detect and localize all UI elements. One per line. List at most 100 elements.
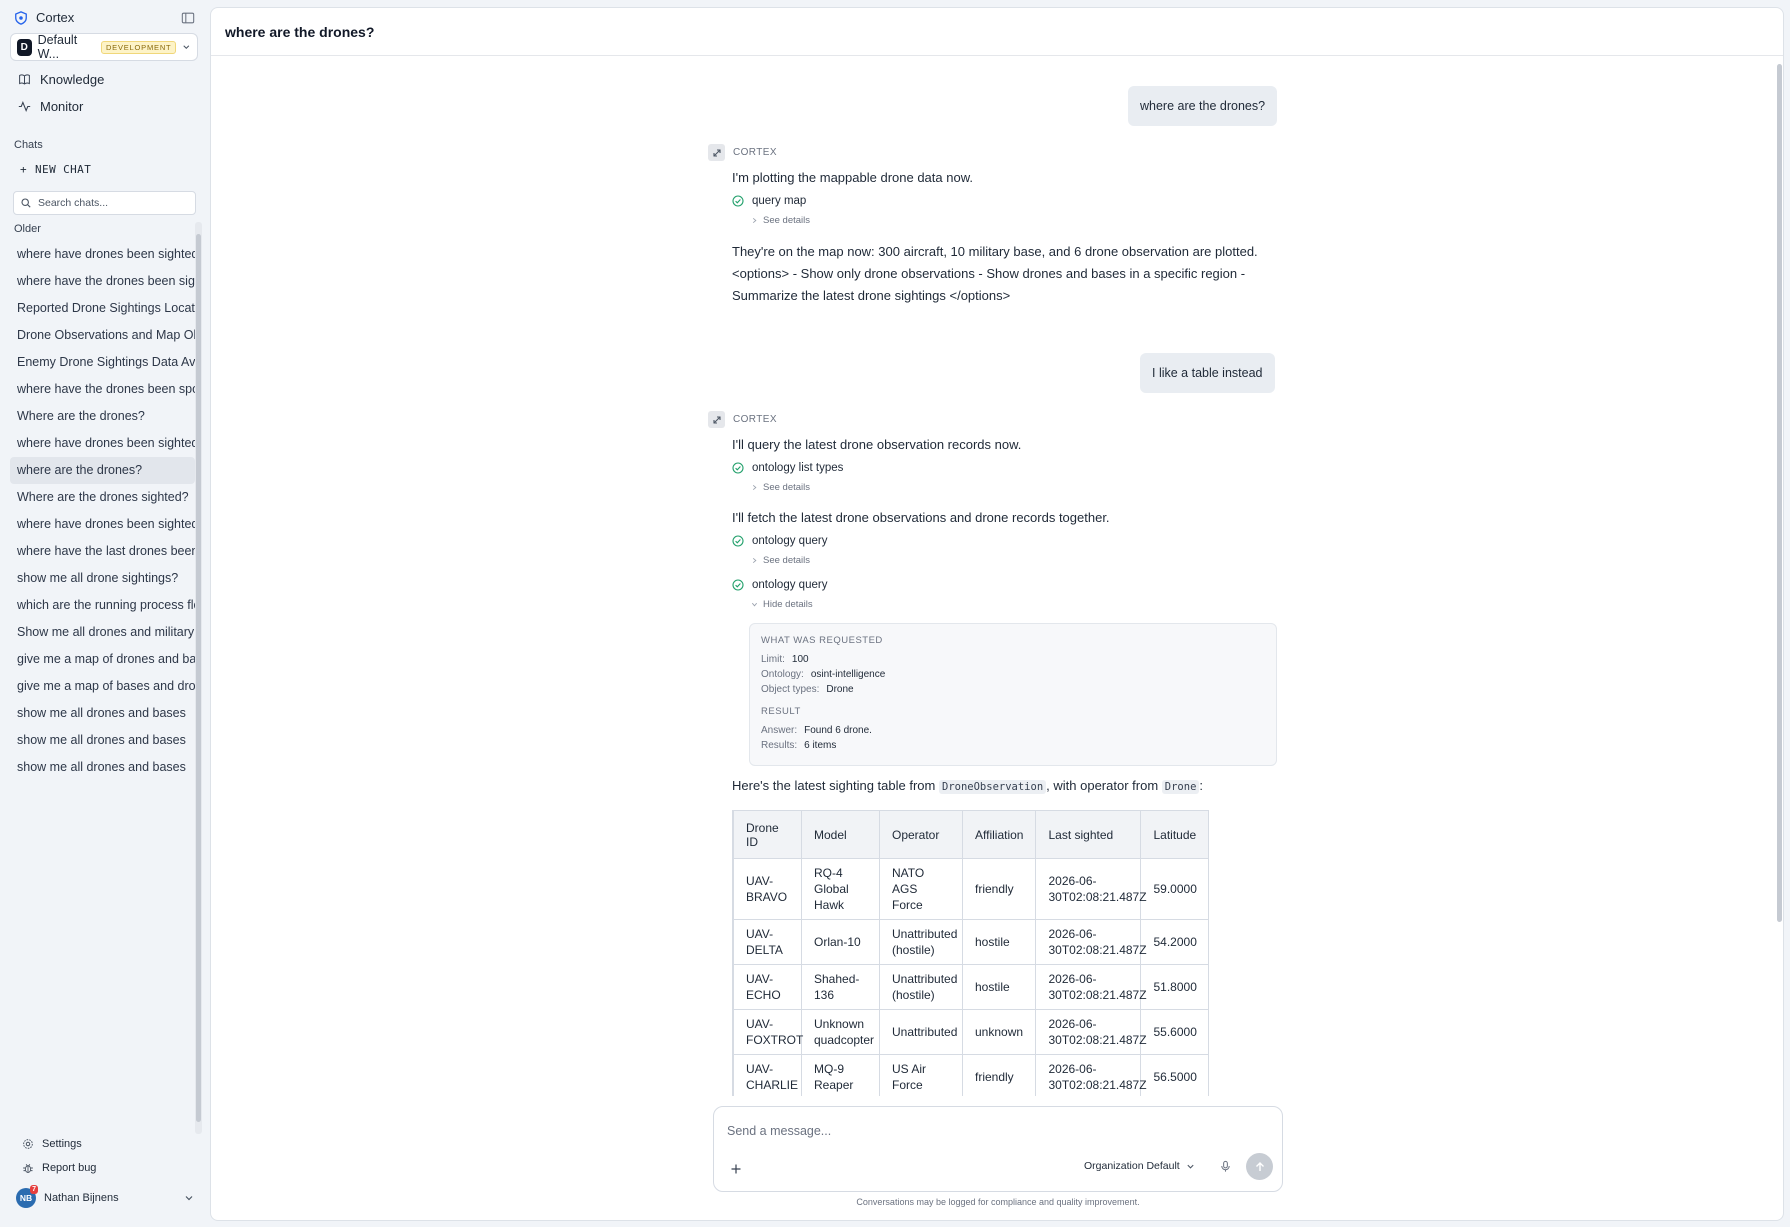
chat-history-item[interactable]: Reported Drone Sightings Locations (10, 295, 195, 322)
message-thread: where are the drones? CORTEX I'm plottin… (211, 56, 1771, 1096)
detail-key: Limit: (761, 654, 785, 665)
see-details-toggle[interactable]: See details (751, 215, 810, 226)
user-message: where are the drones? (1128, 86, 1278, 126)
send-button[interactable] (1246, 1153, 1273, 1180)
workspace-selector[interactable]: D Default W... DEVELOPMENT (10, 33, 198, 61)
message-input[interactable] (727, 1124, 1227, 1138)
chevron-down-icon (183, 45, 190, 50)
chevron-down-icon (751, 602, 758, 607)
table-cell: friendly (961, 1054, 1037, 1096)
check-circle-icon (732, 579, 744, 591)
column-header: Operator (879, 810, 963, 859)
chevron-right-icon (752, 217, 757, 224)
settings-button[interactable]: Settings (22, 1138, 82, 1150)
tool-details-panel: WHAT WAS REQUESTED Limit: 100 Ontology: os… (749, 623, 1277, 766)
assistant-header: CORTEX (708, 144, 777, 161)
older-section-label: Older (14, 223, 41, 235)
chat-history-item[interactable]: give me a map of drones and bases (10, 646, 195, 673)
sidebar-scrollbar-thumb[interactable] (196, 234, 201, 1122)
table-cell: Unknown quadcopter (801, 1009, 880, 1055)
table-cell: hostile (961, 964, 1037, 1010)
message-composer: Organization Default (713, 1106, 1283, 1192)
chat-history-item[interactable]: Enemy Drone Sightings Data Available (10, 349, 195, 376)
detail-value: 6 items (804, 740, 837, 751)
arrow-up-icon (1255, 1161, 1264, 1171)
table-cell: unknown (961, 1009, 1037, 1055)
tool-name: ontology list types (752, 462, 844, 474)
table-cell: hostile (961, 919, 1037, 965)
chat-history-item[interactable]: where are the drones? (10, 457, 195, 484)
table-cell: 56.5000 (1140, 1054, 1210, 1096)
notification-badge: 7 (30, 1185, 38, 1194)
model-selector[interactable]: Organization Default (1084, 1160, 1195, 1172)
requested-section-label: WHAT WAS REQUESTED (761, 635, 883, 646)
chat-history-item[interactable]: show me all drone sightings? (10, 565, 195, 592)
plus-icon[interactable] (730, 1163, 742, 1175)
table-cell: RQ-4 Global Hawk (801, 858, 880, 920)
chat-history-item[interactable]: which are the running process flows? (10, 592, 195, 619)
table-row: UAV-FOXTROT Unknown quadcopter Unattribute… (733, 1009, 1210, 1055)
see-details-toggle[interactable]: See details (751, 482, 810, 493)
search-chats-input[interactable] (38, 197, 188, 209)
avatar-initials: NB (19, 1193, 33, 1203)
nav-monitor[interactable]: Monitor (18, 99, 83, 114)
chat-history-item[interactable]: show me all drones and bases (10, 727, 195, 754)
assistant-text: Here's the latest sighting table from Dr… (732, 775, 1292, 798)
user-menu[interactable]: NB 7 Nathan Bijnens (16, 1185, 194, 1208)
microphone-icon[interactable] (1219, 1160, 1232, 1173)
user-name: Nathan Bijnens (44, 1192, 119, 1204)
detail-row: Results: 6 items (761, 738, 1265, 753)
table-cell: Unattributed (hostile) (879, 919, 963, 965)
column-header: Drone ID (733, 810, 802, 859)
hide-details-toggle[interactable]: Hide details (751, 599, 813, 610)
tool-call: ontology query (732, 535, 827, 547)
table-cell: 55.6000 (1140, 1009, 1210, 1055)
chat-history-item[interactable]: where have drones been sighted? (10, 430, 195, 457)
brand[interactable]: Cortex (14, 10, 74, 25)
tool-call: ontology list types (732, 462, 843, 474)
text-segment: , with operator from (1046, 778, 1159, 793)
chat-history-item[interactable]: where have the drones been spotted? (10, 376, 195, 403)
chat-history-item[interactable]: Drone Observations and Map Objects (10, 322, 195, 349)
user-message: I like a table instead (1140, 353, 1275, 393)
assistant-avatar (708, 411, 725, 428)
logging-disclaimer: Conversations may be logged for complian… (856, 1197, 1140, 1207)
sidebar-toggle-icon[interactable] (181, 11, 195, 25)
chat-history-item[interactable]: give me a map of bases and drones (10, 673, 195, 700)
check-circle-icon (732, 535, 744, 547)
chat-history-item[interactable]: where have drones been sighted? (10, 511, 195, 538)
table-cell: UAV-BRAVO (733, 858, 802, 920)
table-cell: friendly (961, 858, 1037, 920)
tool-call: query map (732, 195, 806, 207)
shield-icon (15, 10, 27, 25)
chat-history-item[interactable]: show me all drones and bases (10, 700, 195, 727)
hide-details-label: Hide details (763, 599, 813, 610)
column-header: Latitude (1140, 810, 1210, 859)
nav-knowledge[interactable]: Knowledge (18, 72, 104, 87)
chat-history-item[interactable]: Where are the drones? (10, 403, 195, 430)
workspace-name: Default W... (37, 33, 78, 61)
gear-icon (23, 1139, 33, 1149)
table-cell: UAV-FOXTROT (733, 1009, 803, 1055)
chat-history-item[interactable]: where have the drones been sighted? (10, 268, 195, 295)
inline-code: DroneObservation (939, 780, 1047, 794)
chevron-right-icon (752, 557, 757, 564)
report-bug-button[interactable]: Report bug (22, 1162, 96, 1174)
table-cell: MQ-9 Reaper (801, 1054, 880, 1096)
chat-history-item[interactable]: Show me all drones and military bases (10, 619, 195, 646)
table-cell: 2026-06-30T02:08:21.487Z (1035, 919, 1147, 965)
avatar: NB 7 (16, 1185, 38, 1208)
see-details-label: See details (763, 215, 811, 226)
results-table-container[interactable]: Drone ID Model Operator Affiliation Last sig… (732, 810, 1276, 1096)
see-details-label: See details (763, 482, 811, 493)
chat-history-item[interactable]: where have the last drones been seen? (10, 538, 195, 565)
chat-history-item[interactable]: where have drones been sighted? (10, 241, 195, 268)
result-section-label: RESULT (761, 706, 801, 717)
column-header: Last sighted (1035, 810, 1142, 859)
chat-history-item[interactable]: Where are the drones sighted? (10, 484, 195, 511)
chats-section-label: Chats (14, 139, 43, 151)
see-details-toggle[interactable]: See details (751, 555, 810, 566)
new-chat-button[interactable]: + NEW CHAT (20, 163, 91, 176)
chat-history-item[interactable]: show me all drones and bases (10, 754, 195, 781)
thread-scrollbar-thumb[interactable] (1777, 64, 1782, 922)
